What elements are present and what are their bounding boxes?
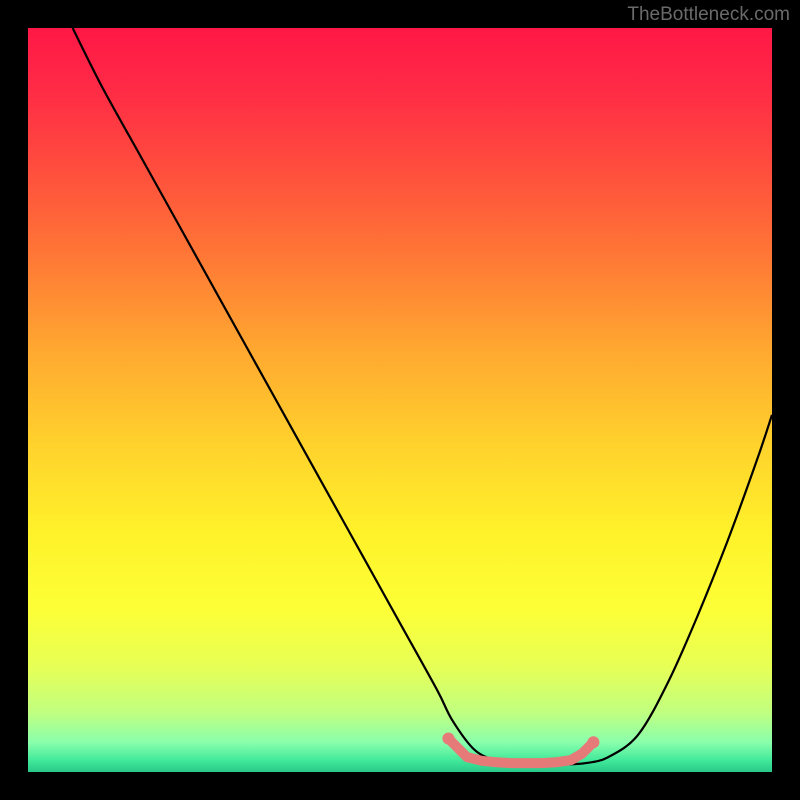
chart-svg (28, 28, 772, 772)
watermark-text: TheBottleneck.com (627, 4, 790, 26)
chart-line-curve (73, 28, 772, 765)
chart-plot-area (28, 28, 772, 772)
chart-markers-group (442, 733, 599, 764)
chart-marker-dot (442, 733, 454, 745)
chart-marker-path (448, 739, 593, 764)
chart-marker-dot (587, 736, 599, 748)
